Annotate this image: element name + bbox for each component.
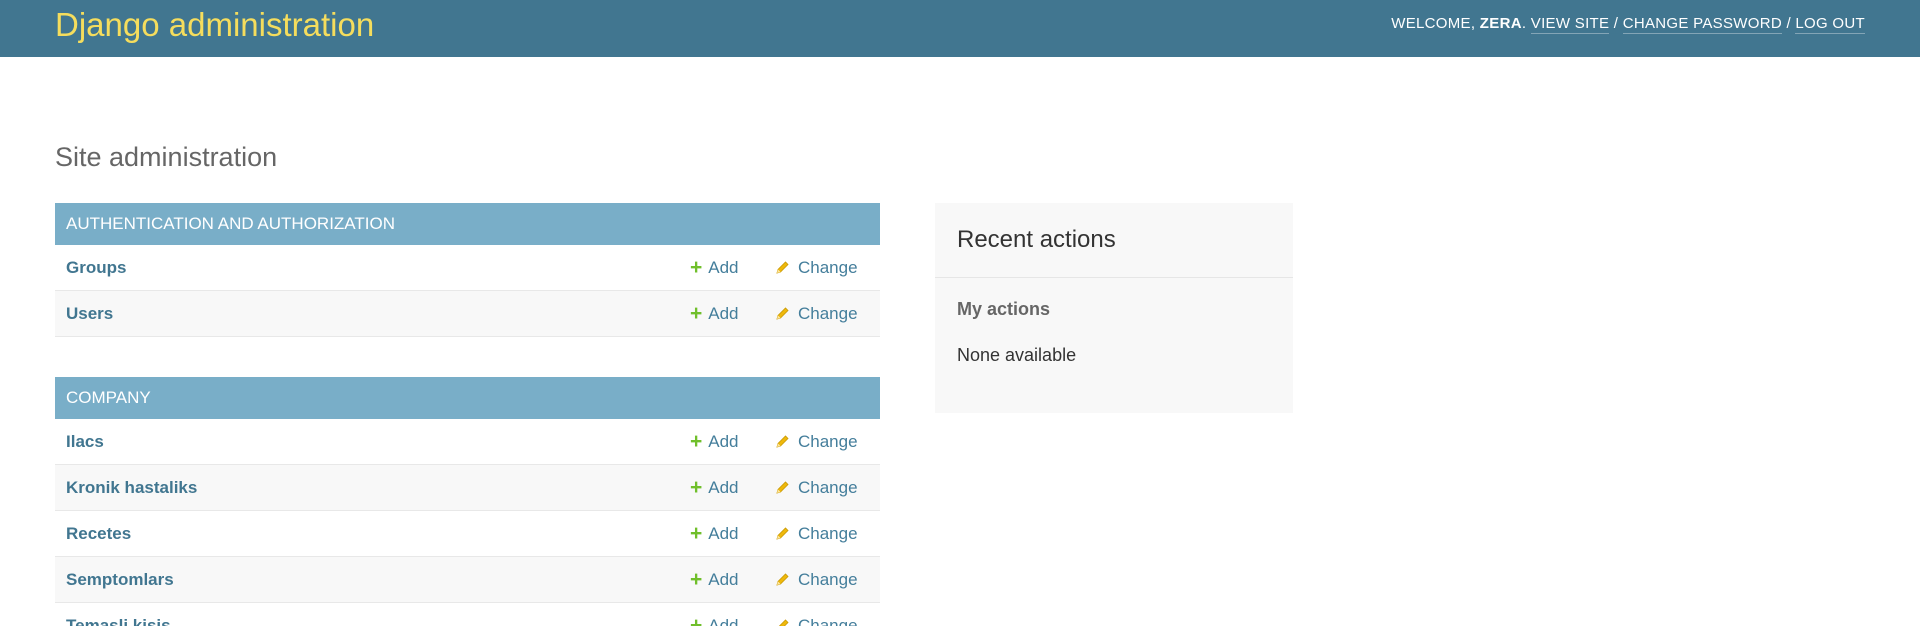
model-link-ilacs[interactable]: Ilacs bbox=[66, 419, 104, 464]
change-users-button[interactable]: Change bbox=[776, 291, 858, 336]
add-recetes-button[interactable]: + Add bbox=[690, 511, 739, 556]
pencil-icon bbox=[776, 527, 789, 540]
recent-actions-panel: Recent actions My actions None available bbox=[935, 203, 1293, 413]
add-kronik-hastaliks-button[interactable]: + Add bbox=[690, 465, 739, 510]
plus-icon: + bbox=[690, 302, 703, 325]
add-label: Add bbox=[708, 432, 739, 451]
log-out-link[interactable]: Log out bbox=[1795, 15, 1865, 34]
recent-actions-title: Recent actions bbox=[935, 203, 1293, 278]
model-link-temasli-kisis[interactable]: Temasli kisis bbox=[66, 603, 171, 626]
plus-icon: + bbox=[690, 256, 703, 279]
site-name-link[interactable]: Django administration bbox=[55, 6, 374, 44]
model-row-temasli-kisis: Temasli kisis + Add Change bbox=[55, 603, 880, 626]
plus-icon: + bbox=[690, 568, 703, 591]
add-label: Add bbox=[708, 616, 739, 626]
add-label: Add bbox=[708, 304, 739, 323]
add-ilacs-button[interactable]: + Add bbox=[690, 419, 739, 464]
add-users-button[interactable]: + Add bbox=[690, 291, 739, 336]
model-row-groups: Groups + Add Change bbox=[55, 245, 880, 291]
add-semptomlars-button[interactable]: + Add bbox=[690, 557, 739, 602]
username: ZERA bbox=[1479, 15, 1522, 32]
add-label: Add bbox=[708, 524, 739, 543]
change-ilacs-button[interactable]: Change bbox=[776, 419, 858, 464]
model-link-users[interactable]: Users bbox=[66, 291, 113, 336]
user-tools: Welcome, ZERA. View site / Change passwo… bbox=[1391, 15, 1865, 34]
change-label: Change bbox=[798, 258, 858, 277]
view-site-link[interactable]: View site bbox=[1530, 15, 1610, 34]
separator: / bbox=[1609, 15, 1623, 32]
model-row-kronik-hastaliks: Kronik hastaliks + Add Change bbox=[55, 465, 880, 511]
page-title: Site administration bbox=[55, 142, 278, 172]
pencil-icon bbox=[776, 481, 789, 494]
change-label: Change bbox=[798, 570, 858, 589]
welcome-suffix: . bbox=[1521, 15, 1527, 32]
pencil-icon bbox=[776, 573, 789, 586]
add-groups-button[interactable]: + Add bbox=[690, 245, 739, 290]
model-link-recetes[interactable]: Recetes bbox=[66, 511, 131, 556]
change-label: Change bbox=[798, 432, 858, 451]
plus-icon: + bbox=[690, 522, 703, 545]
model-row-recetes: Recetes + Add Change bbox=[55, 511, 880, 557]
model-link-groups[interactable]: Groups bbox=[66, 245, 126, 290]
change-label: Change bbox=[798, 616, 858, 626]
change-label: Change bbox=[798, 478, 858, 497]
my-actions-heading: My actions bbox=[957, 299, 1051, 319]
model-link-kronik-hastaliks[interactable]: Kronik hastaliks bbox=[66, 465, 197, 510]
no-actions-text: None available bbox=[957, 345, 1077, 365]
header: Django administration Welcome, ZERA. Vie… bbox=[0, 0, 1920, 57]
welcome-prefix: Welcome, bbox=[1391, 15, 1476, 32]
module-caption[interactable]: Authentication and Authorization bbox=[55, 203, 880, 245]
add-temasli-kisis-button[interactable]: + Add bbox=[690, 603, 739, 626]
app-module-company: Company Ilacs + Add Change Kronik hastali… bbox=[55, 377, 880, 626]
model-row-semptomlars: Semptomlars + Add Change bbox=[55, 557, 880, 603]
add-label: Add bbox=[708, 570, 739, 589]
module-caption[interactable]: Company bbox=[55, 377, 880, 419]
separator: / bbox=[1781, 15, 1796, 32]
change-temasli-kisis-button[interactable]: Change bbox=[776, 603, 858, 626]
change-kronik-hastaliks-button[interactable]: Change bbox=[776, 465, 858, 510]
plus-icon: + bbox=[690, 614, 703, 626]
change-semptomlars-button[interactable]: Change bbox=[776, 557, 858, 602]
change-label: Change bbox=[798, 524, 858, 543]
add-label: Add bbox=[708, 258, 739, 277]
pencil-icon bbox=[776, 261, 789, 274]
add-label: Add bbox=[708, 478, 739, 497]
model-link-semptomlars[interactable]: Semptomlars bbox=[66, 557, 174, 602]
pencil-icon bbox=[776, 307, 789, 320]
change-recetes-button[interactable]: Change bbox=[776, 511, 858, 556]
app-module-auth: Authentication and Authorization Groups … bbox=[55, 203, 880, 337]
plus-icon: + bbox=[690, 476, 703, 499]
change-groups-button[interactable]: Change bbox=[776, 245, 858, 290]
pencil-icon bbox=[776, 435, 789, 448]
change-label: Change bbox=[798, 304, 858, 323]
pencil-icon bbox=[778, 619, 789, 626]
model-row-ilacs: Ilacs + Add Change bbox=[55, 419, 880, 465]
change-password-link[interactable]: Change password bbox=[1622, 15, 1782, 34]
model-row-users: Users + Add Change bbox=[55, 291, 880, 337]
plus-icon: + bbox=[690, 430, 703, 453]
